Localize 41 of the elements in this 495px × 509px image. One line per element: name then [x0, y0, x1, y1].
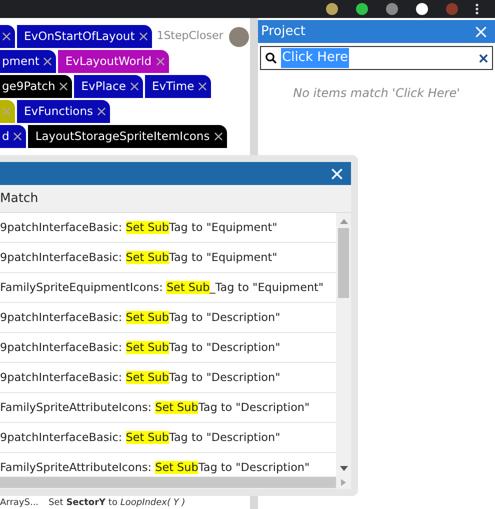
event-sheet-tab[interactable]: EvLayoutWorld — [58, 50, 168, 73]
close-icon[interactable] — [138, 32, 148, 41]
scroll-thumb[interactable] — [338, 228, 349, 298]
event-sheet-tab[interactable]: EvOnStartOfLayout — [17, 25, 152, 48]
menu-icon[interactable] — [475, 3, 479, 15]
result-row[interactable]: 9patchInterfaceBasic: Set SubTag to "Description" — [0, 333, 336, 363]
close-icon[interactable] — [43, 57, 52, 66]
close-icon[interactable] — [214, 132, 223, 141]
scroll-down-icon[interactable] — [340, 466, 348, 472]
result-row[interactable]: 9patchInterfaceBasic: Set SubTag to "Description" — [0, 423, 336, 453]
event-sheet-tab[interactable]: LayoutStorageSpriteItemIcons — [28, 125, 227, 148]
result-row[interactable]: 9patchInterfaceBasic: Set SubTag to "Description" — [0, 363, 336, 393]
scroll-thumb[interactable] — [0, 477, 336, 488]
empty-message: No items match 'Click Here' — [292, 85, 461, 102]
event-sheet-tab[interactable] — [0, 25, 15, 48]
event-sheet-tab[interactable]: d — [0, 125, 26, 148]
result-row[interactable]: 9patchInterfaceBasic: Set SubTag to "Equipment" — [0, 213, 336, 243]
close-icon[interactable] — [2, 32, 11, 41]
result-row[interactable]: 9patchInterfaceBasic: Set SubTag to "Equipment" — [0, 243, 336, 273]
result-row[interactable]: FamilySpriteAttributeIcons: Set SubTag to "Description" — [0, 393, 336, 423]
event-sheet-tab[interactable]: EvPlace — [74, 75, 143, 98]
close-icon[interactable] — [198, 82, 208, 91]
column-header: Match — [0, 185, 351, 213]
action-text: Set SectorY to LoopIndex( Y ) — [48, 499, 186, 508]
close-icon[interactable] — [96, 107, 106, 116]
object-label: ArrayS... — [0, 499, 39, 508]
event-sheet-tab[interactable]: pment — [0, 50, 56, 73]
vertical-scrollbar[interactable] — [336, 213, 351, 476]
result-row[interactable]: 9patchInterfaceBasic: Set SubTag to "Description" — [0, 303, 336, 333]
close-icon[interactable] — [13, 132, 22, 141]
panel-header: Project — [258, 20, 495, 43]
username: 1StepCloser — [156, 28, 224, 44]
event-sheet-tab[interactable]: ge9Patch — [0, 75, 72, 98]
event-sheet-tab[interactable]: EvFunctions — [17, 100, 110, 123]
close-icon[interactable] — [130, 82, 139, 91]
event-sheet-tab[interactable]: EvTime — [144, 75, 212, 98]
avatar-icon[interactable] — [229, 26, 250, 46]
horizontal-scrollbar[interactable] — [0, 476, 351, 489]
search-icon — [265, 52, 277, 64]
close-icon[interactable] — [59, 82, 68, 91]
clear-icon[interactable] — [479, 54, 488, 62]
